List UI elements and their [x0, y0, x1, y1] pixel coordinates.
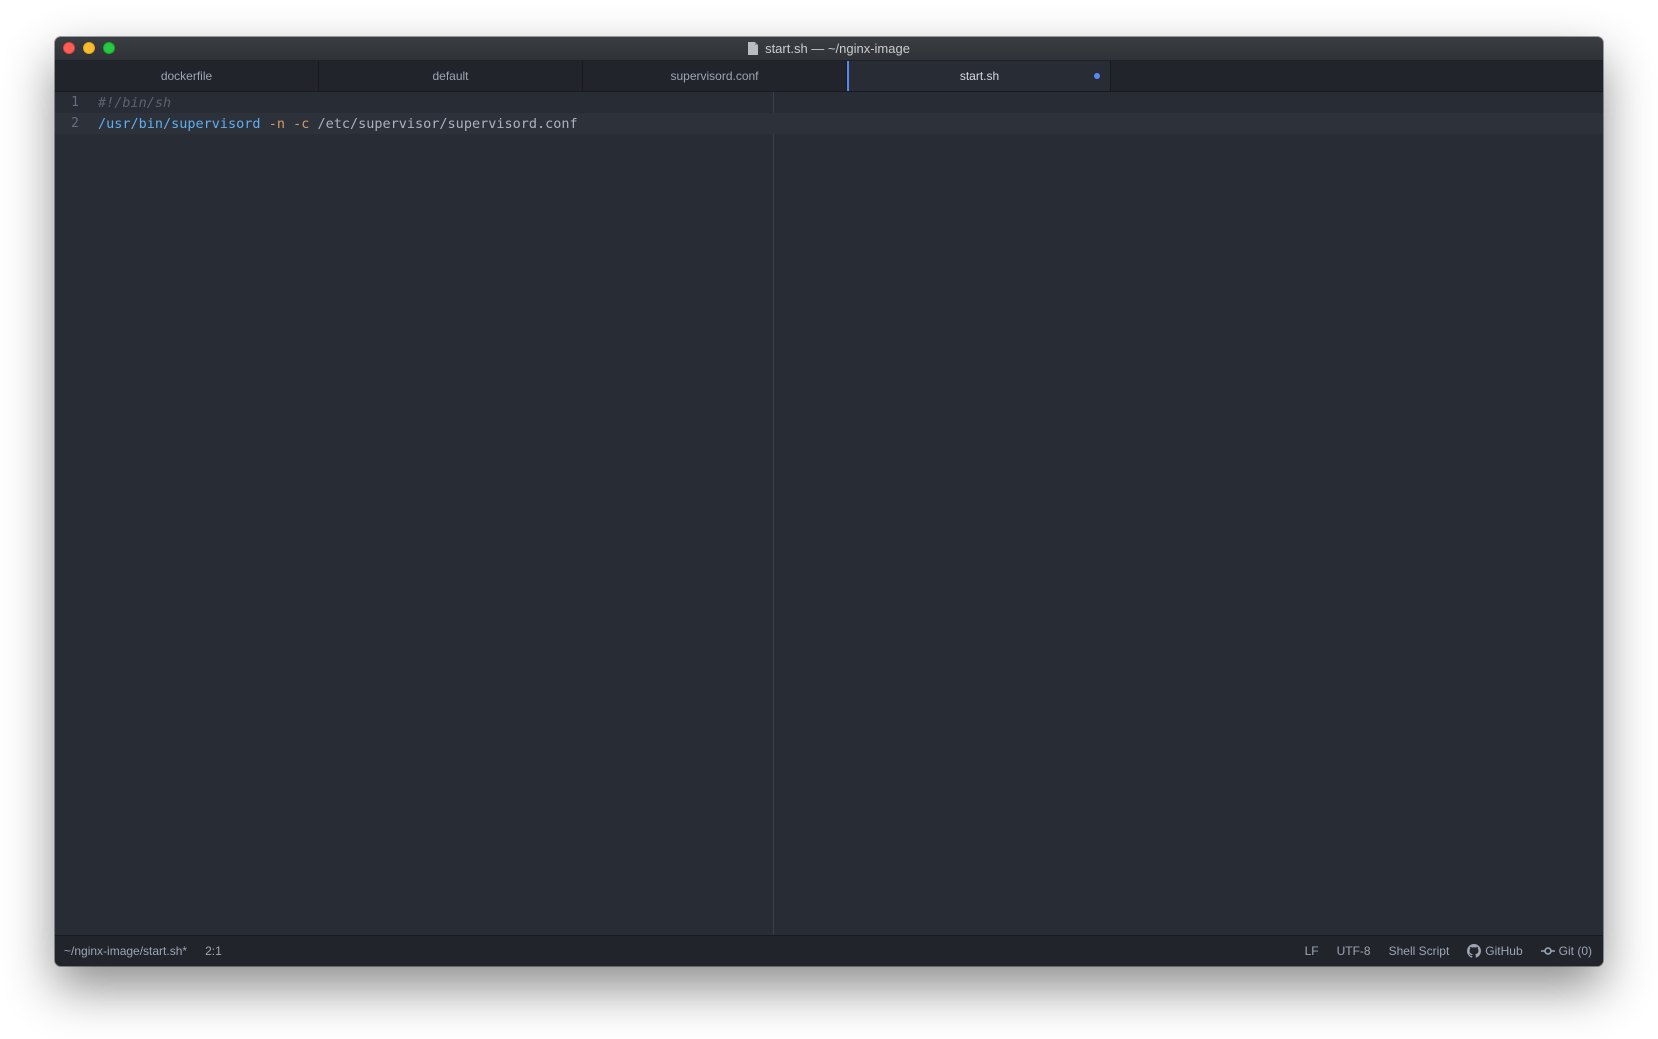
title-bar[interactable]: start.sh — ~/nginx-image	[55, 37, 1603, 61]
tab-supervisord-conf[interactable]: supervisord.conf	[583, 61, 847, 91]
tab-start-sh[interactable]: start.sh	[847, 61, 1111, 91]
cursor-position[interactable]: 2:1	[205, 944, 222, 958]
code-content: /usr/bin/supervisord -n -c /etc/supervis…	[98, 116, 578, 132]
github-icon	[1467, 944, 1482, 958]
maximize-window-button[interactable]	[103, 42, 115, 54]
github-button[interactable]: GitHub	[1467, 944, 1523, 958]
flag-token: -c	[293, 115, 310, 132]
git-commit-icon	[1540, 947, 1555, 955]
command-token: /usr/bin/supervisord	[98, 115, 261, 132]
file-icon	[748, 42, 759, 55]
grammar-selector[interactable]: Shell Script	[1389, 944, 1450, 958]
tab-bar: dockerfile default supervisord.conf star…	[55, 61, 1603, 92]
file-path[interactable]: ~/nginx-image/start.sh*	[64, 944, 187, 958]
window-title-text: start.sh — ~/nginx-image	[765, 41, 910, 56]
tab-label: supervisord.conf	[670, 69, 759, 83]
tab-label: default	[432, 69, 469, 83]
line-number: 1	[71, 95, 79, 110]
minimize-window-button[interactable]	[83, 42, 95, 54]
tab-dockerfile[interactable]: dockerfile	[55, 61, 319, 91]
code-editor[interactable]: 1 #!/bin/sh 2 /usr/bin/supervisord -n -c…	[55, 92, 1603, 935]
git-label: Git (0)	[1558, 944, 1592, 958]
window-title: start.sh — ~/nginx-image	[748, 41, 910, 56]
tab-label: dockerfile	[160, 69, 213, 83]
code-line[interactable]: 1 #!/bin/sh	[55, 92, 1603, 113]
close-window-button[interactable]	[63, 42, 75, 54]
editor-window: start.sh — ~/nginx-image dockerfile defa…	[55, 37, 1603, 966]
status-bar: ~/nginx-image/start.sh* 2:1 LF UTF-8 She…	[55, 935, 1603, 966]
line-number: 2	[71, 116, 79, 131]
window-controls	[63, 42, 123, 54]
shebang-comment: #!/bin/sh	[98, 94, 172, 111]
code-line[interactable]: 2 /usr/bin/supervisord -n -c /etc/superv…	[55, 113, 1603, 134]
tab-label: start.sh	[959, 69, 1000, 83]
argument-token: /etc/supervisor/supervisord.conf	[317, 115, 578, 132]
git-button[interactable]: Git (0)	[1540, 944, 1592, 958]
wrap-guide	[773, 92, 774, 935]
encoding[interactable]: UTF-8	[1337, 944, 1371, 958]
flag-token: -n	[268, 115, 285, 132]
github-label: GitHub	[1485, 944, 1523, 958]
modified-indicator[interactable]	[1094, 73, 1100, 79]
line-ending[interactable]: LF	[1305, 944, 1319, 958]
tab-default[interactable]: default	[319, 61, 583, 91]
